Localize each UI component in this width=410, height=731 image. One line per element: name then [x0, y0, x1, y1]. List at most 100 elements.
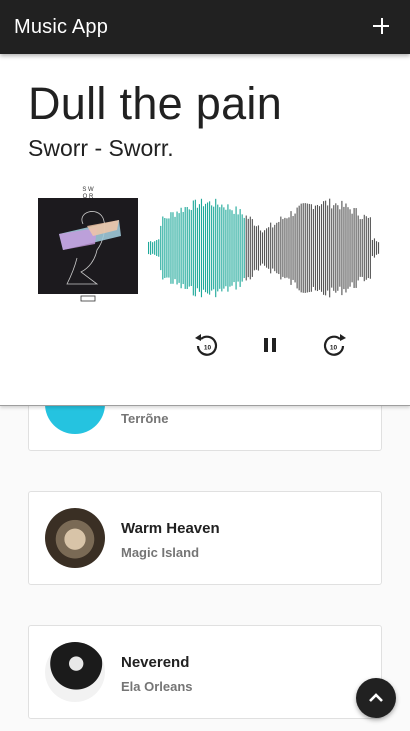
app-title: Music App	[14, 15, 109, 38]
album-cover: S W O R	[38, 187, 138, 302]
waveform-bar	[213, 206, 215, 290]
waveform-bar	[247, 218, 249, 278]
waveform-bar	[310, 204, 312, 292]
waveform-bar	[194, 199, 196, 297]
waveform-bar	[207, 202, 209, 294]
waveform-bar	[249, 216, 251, 280]
waveform-bar	[365, 216, 367, 280]
waveform-bar	[235, 206, 237, 290]
song-card[interactable]: Warm Heaven Magic Island	[28, 491, 382, 585]
waveform-bar	[306, 203, 308, 293]
waveform-bar	[166, 218, 168, 278]
waveform-bar	[288, 217, 290, 279]
waveform-bar	[190, 209, 192, 287]
waveform-bar	[284, 217, 286, 279]
waveform-bar	[333, 205, 335, 291]
track-title: Dull the pain	[28, 78, 283, 129]
waveform-bar	[268, 227, 270, 269]
waveform-bar	[209, 201, 211, 295]
waveform-bar	[355, 208, 357, 288]
waveform-bar	[312, 209, 314, 287]
waveform-bar	[227, 204, 229, 292]
song-artist: Magic Island	[121, 545, 200, 560]
waveform-bar	[298, 205, 300, 291]
waveform-bar	[335, 203, 337, 293]
waveform-bar	[353, 208, 355, 288]
waveform-bar	[371, 239, 373, 257]
waveform-bar	[272, 227, 274, 269]
song-title: Neverend	[121, 654, 190, 671]
waveform-bar	[270, 222, 272, 274]
waveform[interactable]	[148, 192, 380, 304]
waveform-bar	[318, 206, 321, 290]
waveform-bar	[204, 203, 207, 293]
waveform-bar	[225, 209, 227, 287]
waveform-bar	[186, 207, 188, 289]
forward-10-icon[interactable]: 10	[319, 330, 349, 360]
waveform-bar	[215, 198, 217, 298]
now-playing-panel: Dull the pain Sworr - Sworr. S W O R 10 …	[0, 54, 410, 406]
waveform-bar	[300, 203, 302, 293]
waveform-bar	[325, 200, 327, 296]
scroll-top-button[interactable]	[356, 678, 396, 718]
waveform-bar	[337, 205, 339, 291]
waveform-bar	[229, 209, 231, 287]
waveform-bar	[304, 203, 306, 293]
waveform-bar	[345, 203, 347, 293]
waveform-bar	[168, 218, 170, 278]
waveform-bar	[266, 228, 268, 268]
waveform-bar	[329, 198, 331, 298]
waveform-bar	[198, 204, 200, 292]
waveform-bar	[245, 215, 247, 281]
waveform-bar	[255, 226, 257, 270]
waveform-bar	[196, 207, 198, 289]
song-artist: Terrõne	[121, 411, 169, 426]
waveform-bar	[314, 205, 316, 291]
waveform-bar	[359, 219, 361, 277]
svg-text:S W: S W	[82, 187, 94, 193]
waveform-bar	[239, 209, 241, 287]
app-bar: Music App	[0, 0, 410, 54]
waveform-bar	[154, 241, 156, 255]
waveform-bar	[274, 224, 276, 272]
waveform-bar	[182, 211, 184, 285]
song-card[interactable]: Neverend Ela Orleans	[28, 625, 382, 719]
waveform-bar	[367, 217, 369, 279]
waveform-bar	[188, 209, 190, 287]
waveform-bar	[217, 204, 219, 292]
waveform-bar	[172, 212, 174, 284]
waveform-bar	[200, 198, 203, 298]
waveform-bar	[361, 219, 363, 277]
waveform-bar	[221, 204, 223, 292]
waveform-bar	[243, 217, 245, 279]
replay-10-icon[interactable]: 10	[192, 330, 222, 360]
waveform-bar	[259, 230, 262, 266]
waveform-bar	[331, 208, 333, 288]
waveform-bar	[162, 216, 164, 280]
waveform-bar	[176, 211, 178, 285]
waveform-bar	[357, 215, 359, 281]
svg-text:10: 10	[330, 345, 338, 352]
waveform-bar	[192, 200, 194, 296]
waveform-bar	[351, 213, 353, 283]
waveform-bar	[377, 242, 380, 254]
waveform-bar	[241, 214, 243, 282]
waveform-bar	[280, 216, 282, 280]
waveform-bar	[156, 240, 158, 257]
waveform-bar	[323, 201, 325, 295]
waveform-bar	[158, 239, 160, 257]
waveform-bar	[223, 207, 225, 289]
add-icon[interactable]	[370, 15, 394, 39]
waveform-bar	[237, 214, 239, 282]
pause-icon[interactable]	[255, 330, 285, 360]
waveform-bar	[164, 218, 166, 278]
waveform-bar	[343, 206, 345, 290]
waveform-bar	[251, 219, 253, 277]
waveform-bar	[349, 209, 351, 287]
chevron-up-icon	[369, 693, 383, 702]
waveform-bar	[290, 211, 292, 285]
waveform-bar	[341, 200, 343, 296]
waveform-bar	[347, 207, 349, 289]
waveform-bar	[369, 217, 371, 279]
waveform-bar	[294, 213, 296, 283]
